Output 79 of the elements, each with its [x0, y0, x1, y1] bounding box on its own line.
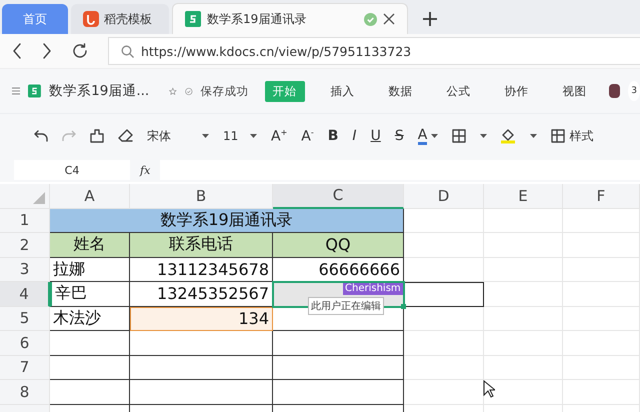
undo-icon[interactable]	[34, 130, 48, 142]
menu-tab[interactable]: 协作	[496, 80, 536, 102]
fill-handle[interactable]	[401, 304, 406, 308]
caret-icon[interactable]	[431, 134, 438, 138]
empty-cell[interactable]	[273, 331, 404, 356]
browser-tab[interactable]: 稻壳模板	[71, 4, 169, 34]
column-heading: 姓名	[50, 233, 130, 258]
empty-cell[interactable]	[273, 380, 404, 404]
menu-tab[interactable]: 数据	[380, 80, 420, 102]
shrink-font-button[interactable]: A$^{-}$	[301, 128, 314, 144]
menu-tab[interactable]: 公式	[438, 80, 478, 102]
borders-icon[interactable]	[452, 129, 466, 143]
table-cell: 13112345678	[130, 258, 273, 282]
table-cell: 134	[130, 306, 273, 331]
editing-tooltip: 此用户正在编辑	[308, 297, 384, 315]
font-color-button[interactable]: A	[418, 128, 428, 144]
row-header[interactable]: 1	[0, 208, 50, 233]
underline-button[interactable]: U	[370, 128, 381, 144]
grow-font-button[interactable]: A$^{+}$	[271, 128, 288, 144]
column-header[interactable]: F	[563, 184, 640, 208]
empty-cell[interactable]	[130, 356, 273, 380]
row-header[interactable]: 2	[0, 233, 50, 258]
menu-tab[interactable]: 插入	[322, 80, 362, 102]
caret-icon[interactable]	[530, 134, 538, 138]
save-status: 保存成功	[200, 84, 248, 98]
fill-color-icon[interactable]	[501, 128, 516, 144]
sheet-logo-icon	[185, 11, 201, 27]
collaborator-count[interactable]: 3	[628, 81, 640, 101]
address-field[interactable]: https://www.kdocs.cn/view/p/57951133723	[108, 37, 640, 65]
reload-icon[interactable]	[72, 43, 88, 59]
table-cell: 拉娜	[50, 258, 130, 282]
strike-button[interactable]: S	[394, 128, 404, 144]
menu-icon[interactable]	[12, 85, 20, 97]
function-label[interactable]: fx	[140, 164, 150, 176]
row-header[interactable]: 7	[0, 356, 50, 380]
empty-cell[interactable]	[273, 356, 404, 380]
select-all-icon[interactable]	[33, 192, 45, 204]
format-painter-icon[interactable]	[90, 129, 104, 143]
eraser-icon[interactable]	[118, 129, 133, 143]
search-icon	[121, 44, 134, 58]
user-avatar[interactable]	[608, 84, 620, 98]
document-title: 数学系19届通...	[49, 82, 150, 100]
bold-button[interactable]: B	[328, 128, 338, 144]
row-header[interactable]: 8	[0, 380, 50, 404]
table-title: 数学系19届通讯录	[50, 208, 404, 233]
font-dropdown[interactable]: 宋体	[147, 128, 209, 144]
close-icon[interactable]	[383, 13, 395, 25]
italic-button[interactable]: I	[352, 128, 357, 144]
template-logo-icon	[83, 11, 99, 27]
redo-icon[interactable]	[62, 130, 76, 142]
browser-tab[interactable]: 数学系19届通讯录	[172, 3, 408, 34]
row-header[interactable]: 4	[0, 282, 50, 306]
new-tab-icon[interactable]	[423, 12, 437, 26]
column-heading: QQ	[273, 233, 404, 258]
column-header[interactable]: C	[273, 184, 404, 208]
row-header[interactable]: 5	[0, 306, 50, 331]
caret-icon[interactable]	[480, 134, 488, 138]
cell-reference-field[interactable]: C4	[14, 160, 130, 180]
styles-icon	[551, 129, 566, 143]
caret-icon	[250, 134, 257, 138]
back-icon[interactable]	[12, 43, 22, 59]
column-header[interactable]: A	[50, 184, 130, 208]
column-header[interactable]: D	[404, 184, 484, 208]
caret-icon	[202, 134, 209, 138]
collaborator-tag: Cherishism	[343, 283, 403, 295]
empty-cell[interactable]	[130, 380, 273, 404]
row-header[interactable]: 3	[0, 258, 50, 282]
font-size-dropdown[interactable]: 11	[223, 129, 257, 143]
empty-cell[interactable]	[130, 331, 273, 356]
column-header[interactable]: B	[130, 184, 273, 208]
styles-button[interactable]: 样式	[551, 128, 594, 144]
table-cell: 辛巴	[50, 282, 130, 306]
mouse-pointer-icon	[483, 380, 495, 398]
column-heading: 联系电话	[130, 233, 273, 258]
star-icon[interactable]	[169, 84, 177, 98]
forward-icon[interactable]	[42, 43, 52, 59]
menu-tab[interactable]: 视图	[554, 80, 594, 102]
row-header[interactable]: 6	[0, 331, 50, 356]
column-header[interactable]: E	[484, 184, 563, 208]
